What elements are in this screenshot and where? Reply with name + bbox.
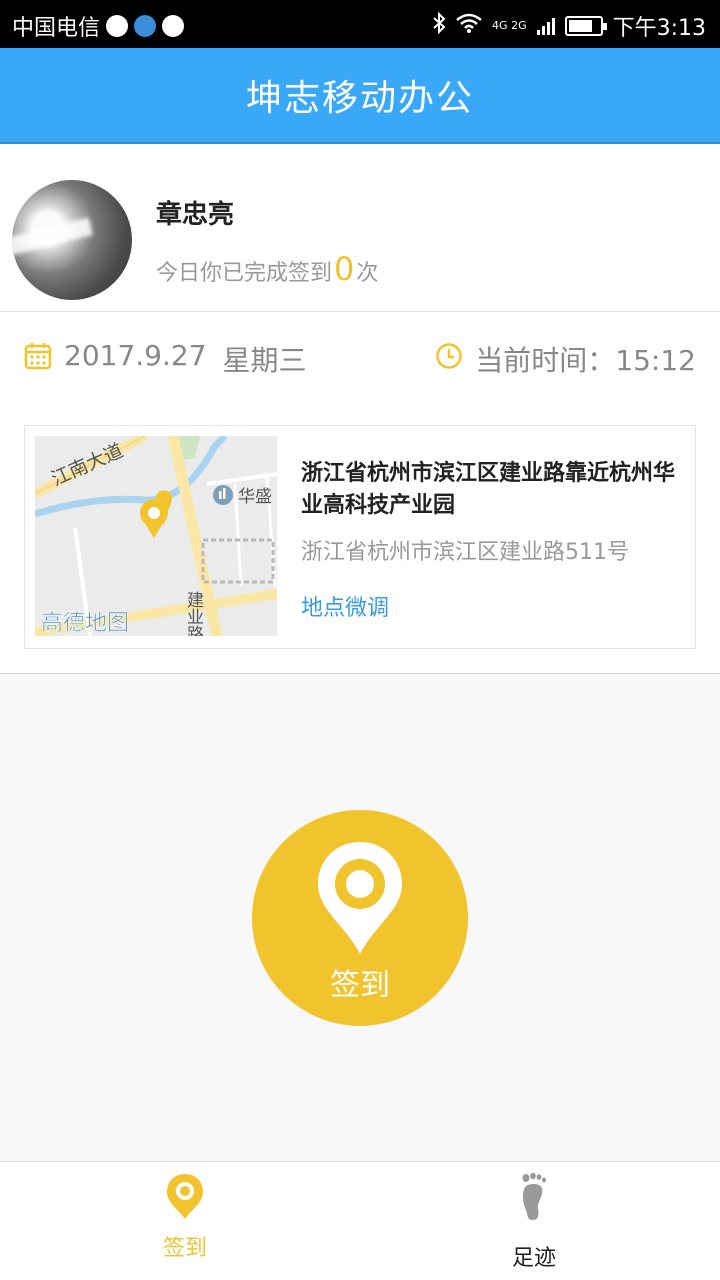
nav-label-signin: 签到 — [162, 1236, 207, 1261]
status-left: 中国电信 — [12, 10, 185, 42]
location-address: 浙江省杭州市滨江区建业路511号 — [301, 540, 629, 565]
signin-suffix: 次 — [356, 261, 379, 286]
location-card: 江南大道 华盛 建业路 高德地图 浙江省杭州市滨江区建业路靠近杭州华业高科技产业… — [24, 425, 696, 649]
profile-section: 章忠亮 今日你已完成签到 0 次 — [0, 146, 720, 312]
signin-button[interactable]: 签到 — [252, 810, 468, 1026]
weekday-value: 星期三 — [222, 344, 307, 377]
status-time: 下午3:13 — [612, 16, 706, 41]
send-notification-icon — [162, 15, 185, 37]
signin-area: 签到 — [0, 674, 720, 1161]
footprint-icon — [518, 1172, 550, 1226]
status-right: 4G 2G 下午3:13 — [432, 10, 706, 42]
page-title: 坤志移动办公 — [245, 78, 474, 119]
bluetooth-icon — [432, 11, 446, 40]
map-thumbnail[interactable]: 江南大道 华盛 建业路 高德地图 — [35, 436, 277, 636]
signin-count: 0 — [334, 250, 355, 288]
signin-prefix: 今日你已完成签到 — [156, 261, 333, 286]
date-row: 2017.9.27 星期三 当前时间：15:12 — [0, 313, 720, 403]
nav-label-footprint: 足迹 — [511, 1246, 556, 1271]
adjust-location-link[interactable]: 地点微调 — [301, 590, 389, 622]
clock-icon — [435, 342, 463, 377]
app-header: 坤志移动办公 — [0, 48, 720, 144]
signin-button-label: 签到 — [330, 969, 390, 1002]
current-time: 15:12 — [615, 344, 696, 377]
location-pin-icon — [165, 1174, 205, 1224]
bottom-nav: 签到 足迹 — [0, 1161, 720, 1280]
battery-icon — [564, 16, 607, 36]
avatar[interactable] — [12, 180, 132, 300]
carrier-label: 中国电信 — [12, 16, 101, 41]
signal-icon — [536, 17, 555, 35]
user-name: 章忠亮 — [156, 200, 235, 230]
nav-item-footprint[interactable]: 足迹 — [464, 1172, 604, 1272]
location-pin-icon — [316, 840, 404, 959]
date-display: 2017.9.27 星期三 — [24, 339, 307, 379]
notification-icon — [106, 15, 129, 37]
time-display: 当前时间：15:12 — [435, 339, 696, 379]
status-bar: 中国电信 4G 2G 下午3:13 — [0, 0, 720, 48]
calendar-icon — [24, 342, 52, 377]
date-value: 2017.9.27 — [64, 339, 207, 372]
nav-item-signin[interactable]: 签到 — [115, 1172, 255, 1272]
time-label: 当前时间： — [475, 344, 616, 377]
network-type: 4G 2G — [492, 19, 527, 32]
map-road-label-2: 建业路 — [183, 591, 204, 636]
map-logo-text: 高德地图 — [41, 611, 129, 636]
app-notification-icon — [134, 15, 157, 37]
wifi-icon — [456, 13, 482, 39]
map-poi-label: 华盛 — [238, 487, 272, 507]
location-title: 浙江省杭州市滨江区建业路靠近杭州华业高科技产业园 — [301, 461, 676, 518]
signin-summary: 今日你已完成签到 0 次 — [156, 250, 378, 288]
